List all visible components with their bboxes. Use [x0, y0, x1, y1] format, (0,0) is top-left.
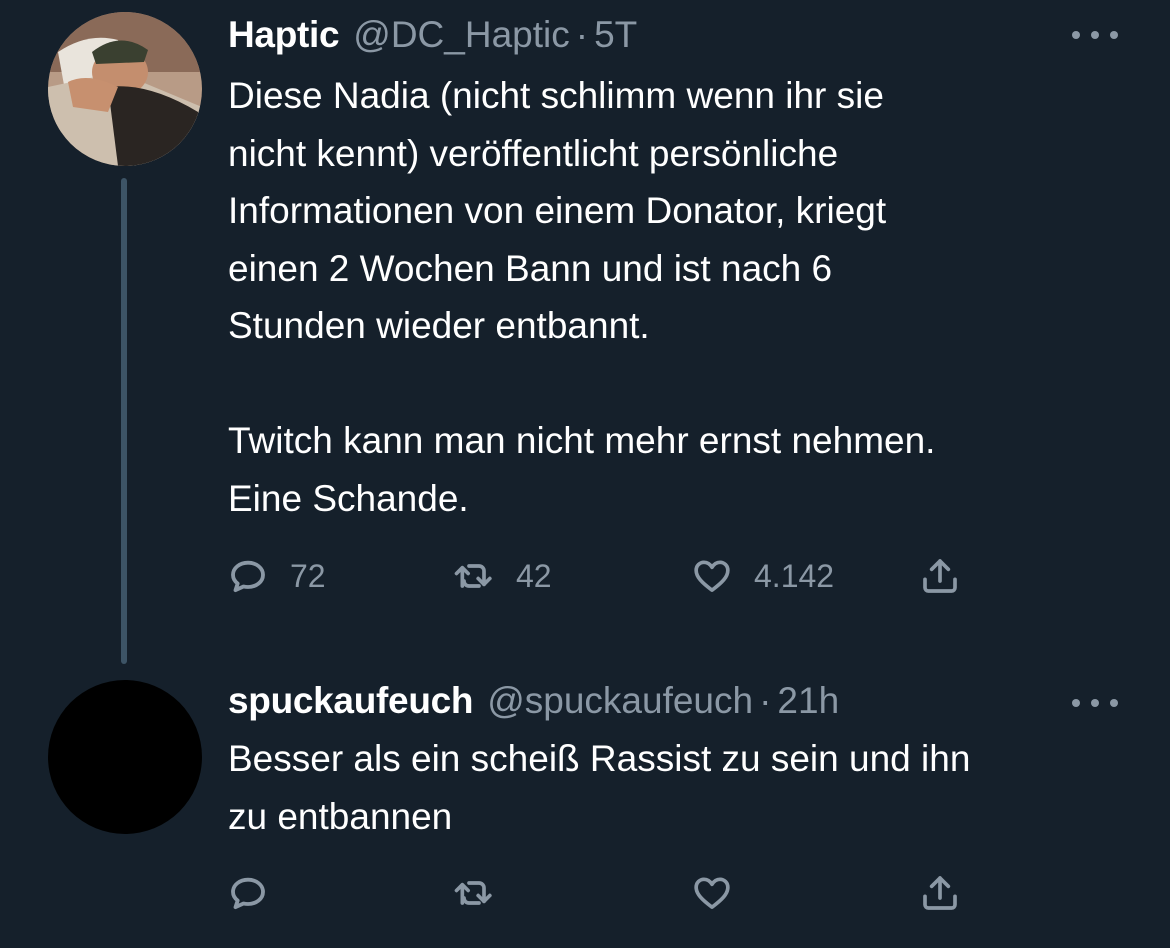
retweet-arrows-icon [454, 564, 492, 588]
share-button[interactable] [920, 868, 960, 918]
more-dots-icon [1110, 699, 1118, 707]
tweet-header: Haptic @DC_Haptic · 5T [228, 0, 637, 70]
more-dots-icon [1072, 699, 1080, 707]
author-name[interactable]: Haptic [228, 0, 340, 70]
retweet-button[interactable] [454, 868, 516, 918]
more-dots-icon [1091, 699, 1099, 707]
retweet-count: 42 [516, 557, 552, 594]
action-bar [228, 868, 988, 918]
more-dots-icon [1091, 31, 1099, 39]
more-dots-icon [1110, 31, 1118, 39]
more-dots-icon [1072, 31, 1080, 39]
speech-bubble-icon [231, 560, 265, 593]
retweet-button[interactable]: 42 [454, 551, 552, 601]
tweet-text: Besser als ein scheiß Rassist zu sein un… [228, 738, 971, 837]
share-upload-icon [923, 876, 957, 910]
author-name[interactable]: spuckaufeuch [228, 666, 474, 736]
share-button[interactable] [920, 551, 960, 601]
share-upload-icon [923, 559, 957, 593]
like-button[interactable]: 4.142 [692, 551, 834, 601]
tweet-reply[interactable]: spuckaufeuch @spuckaufeuch · 21h Besser … [0, 666, 1170, 948]
author-handle[interactable]: @DC_Haptic [353, 0, 569, 70]
separator-dot: · [759, 680, 772, 721]
tweet-original[interactable]: Haptic @DC_Haptic · 5T Diese Nadia (nich… [0, 0, 1170, 660]
heart-outline-icon [694, 560, 730, 592]
more-options-button[interactable] [1072, 696, 1118, 710]
author-handle[interactable]: @spuckaufeuch [487, 666, 753, 736]
avatar[interactable] [48, 680, 202, 834]
retweet-arrows-icon [454, 881, 492, 905]
like-count: 4.142 [754, 557, 835, 594]
timestamp[interactable]: 21h [777, 666, 839, 736]
separator-dot: · [575, 14, 589, 55]
tweet-text: Diese Nadia (nicht schlimm wenn ihr sie … [228, 75, 936, 519]
reply-count: 72 [290, 557, 326, 594]
reply-button[interactable]: 72 [228, 551, 326, 601]
speech-bubble-icon [231, 877, 265, 910]
timestamp[interactable]: 5T [594, 0, 637, 70]
more-options-button[interactable] [1072, 28, 1118, 42]
like-button[interactable] [692, 868, 754, 918]
heart-outline-icon [694, 877, 730, 909]
action-bar: 72 42 4.142 [228, 551, 988, 601]
tweet-header: spuckaufeuch @spuckaufeuch · 21h [228, 666, 839, 736]
reply-button[interactable] [228, 868, 290, 918]
avatar[interactable] [48, 12, 202, 166]
